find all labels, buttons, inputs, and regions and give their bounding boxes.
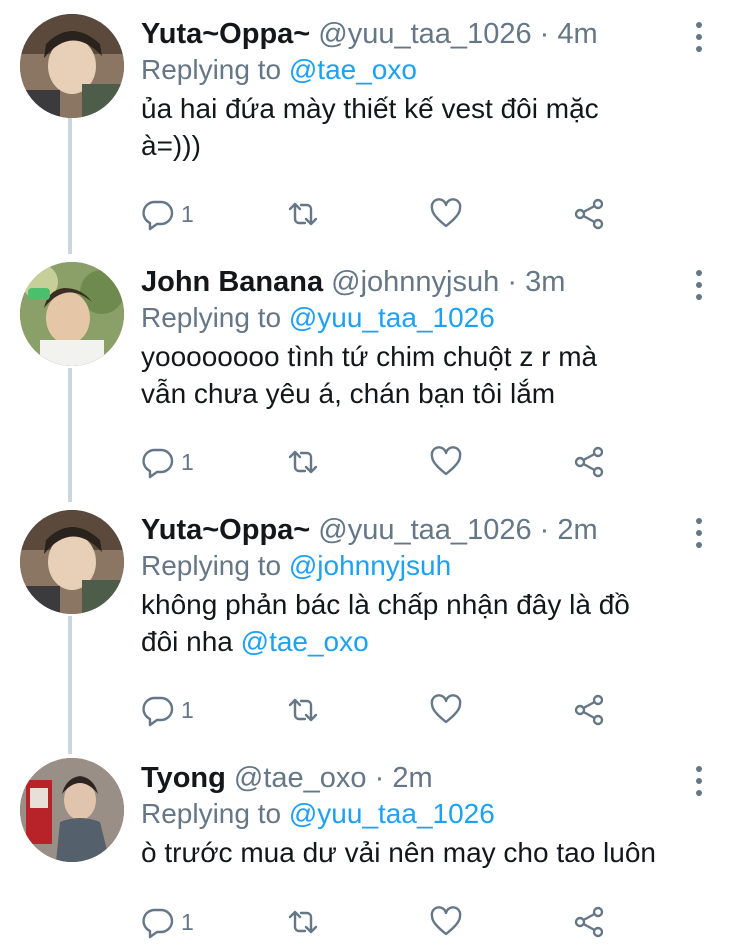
more-icon[interactable]	[694, 270, 704, 306]
reply-count: 1	[181, 200, 194, 227]
avatar-photo	[20, 262, 124, 366]
user-handle[interactable]: @yuu_taa_1026	[318, 18, 531, 50]
separator-dot: ·	[374, 762, 385, 794]
like-button[interactable]	[429, 442, 463, 482]
user-handle[interactable]: @yuu_taa_1026	[318, 514, 531, 546]
replying-to-label: Replying to	[141, 550, 282, 581]
share-button[interactable]	[572, 902, 606, 942]
share-icon	[574, 906, 604, 938]
retweet-button[interactable]	[286, 690, 320, 730]
reply-button[interactable]: 1	[141, 194, 194, 234]
display-name[interactable]: Yuta~Oppa~	[141, 514, 310, 546]
like-icon	[430, 446, 462, 476]
reply-count: 1	[181, 448, 194, 475]
like-button[interactable]	[429, 690, 463, 730]
like-button[interactable]	[429, 194, 463, 234]
replying-to-mention[interactable]: @johnnyjsuh	[289, 550, 451, 581]
reply-button[interactable]: 1	[141, 442, 194, 482]
separator-dot: ·	[539, 514, 550, 546]
like-icon	[430, 198, 462, 228]
share-icon	[574, 446, 604, 478]
inline-mention[interactable]: @tae_oxo	[241, 626, 369, 657]
tweet-text-line: đôi nha @tae_oxo	[141, 623, 692, 660]
tweet-text-line: vẫn chưa yêu á, chán bạn tôi lắm	[141, 378, 556, 409]
timestamp[interactable]: 3m	[525, 266, 565, 298]
retweet-icon	[288, 910, 318, 934]
retweet-icon	[288, 698, 318, 722]
reply-count: 1	[181, 908, 194, 935]
avatar-photo	[20, 758, 124, 862]
share-button[interactable]	[572, 442, 606, 482]
user-handle[interactable]: @johnnyjsuh	[331, 266, 499, 298]
reply-icon	[142, 696, 174, 727]
tweet-text: không phản bác là chấp nhận đây là đồ đô…	[141, 586, 692, 660]
reply-button[interactable]: 1	[141, 690, 194, 730]
share-icon	[574, 198, 604, 230]
retweet-icon	[288, 202, 318, 226]
avatar[interactable]	[20, 262, 124, 366]
avatar[interactable]	[20, 758, 124, 862]
separator-dot: ·	[539, 18, 550, 50]
more-icon[interactable]	[694, 766, 704, 802]
share-button[interactable]	[572, 194, 606, 234]
like-button[interactable]	[429, 902, 463, 942]
tweet-text-line: ò trước mua dư vải nên may cho tao luôn	[141, 837, 656, 868]
reply-icon	[142, 908, 174, 939]
tweet-text-line: yoooooooo tình tứ chim chuột z r mà	[141, 341, 598, 372]
replying-to-label: Replying to	[141, 798, 282, 829]
more-icon[interactable]	[694, 22, 704, 58]
reply-button[interactable]: 1	[141, 902, 194, 942]
tweet-text: ủa hai đứa mày thiết kế vest đôi mặc à=)…	[141, 90, 692, 164]
timestamp[interactable]: 4m	[557, 18, 597, 50]
replying-to-mention[interactable]: @yuu_taa_1026	[289, 798, 495, 829]
replying-to-mention[interactable]: @tae_oxo	[289, 54, 417, 85]
display-name[interactable]: Yuta~Oppa~	[141, 18, 310, 50]
thread-connector	[68, 118, 72, 254]
display-name[interactable]: Tyong	[141, 762, 226, 794]
like-icon	[430, 906, 462, 936]
replying-to-label: Replying to	[141, 54, 282, 85]
replying-to-mention[interactable]: @yuu_taa_1026	[289, 302, 495, 333]
tweet-text: ò trước mua dư vải nên may cho tao luôn	[141, 834, 692, 871]
share-button[interactable]	[572, 690, 606, 730]
avatar[interactable]	[20, 510, 124, 614]
retweet-button[interactable]	[286, 194, 320, 234]
reply-icon	[142, 200, 174, 231]
display-name[interactable]: John Banana	[141, 266, 323, 298]
thread-connector	[68, 616, 72, 754]
separator-dot: ·	[507, 266, 517, 298]
avatar-photo	[20, 14, 124, 118]
replying-to-label: Replying to	[141, 302, 282, 333]
timestamp[interactable]: 2m	[392, 762, 432, 794]
more-icon[interactable]	[694, 518, 704, 554]
avatar-photo	[20, 510, 124, 614]
reply-icon	[142, 448, 174, 479]
tweet-text-segment: đôi nha	[141, 626, 241, 657]
timestamp[interactable]: 2m	[557, 514, 597, 546]
retweet-icon	[288, 450, 318, 474]
reply-count: 1	[181, 696, 194, 723]
retweet-button[interactable]	[286, 442, 320, 482]
thread-connector	[68, 368, 72, 502]
tweet-text-line: không phản bác là chấp nhận đây là đồ	[141, 589, 630, 620]
like-icon	[430, 694, 462, 724]
share-icon	[574, 694, 604, 726]
tweet-text-line: ủa hai đứa mày thiết kế vest đôi mặc	[141, 93, 599, 124]
tweet-text-line: à=)))	[141, 130, 201, 161]
retweet-button[interactable]	[286, 902, 320, 942]
tweet-text: yoooooooo tình tứ chim chuột z r mà vẫn …	[141, 338, 692, 412]
user-handle[interactable]: @tae_oxo	[234, 762, 367, 794]
avatar[interactable]	[20, 14, 124, 118]
